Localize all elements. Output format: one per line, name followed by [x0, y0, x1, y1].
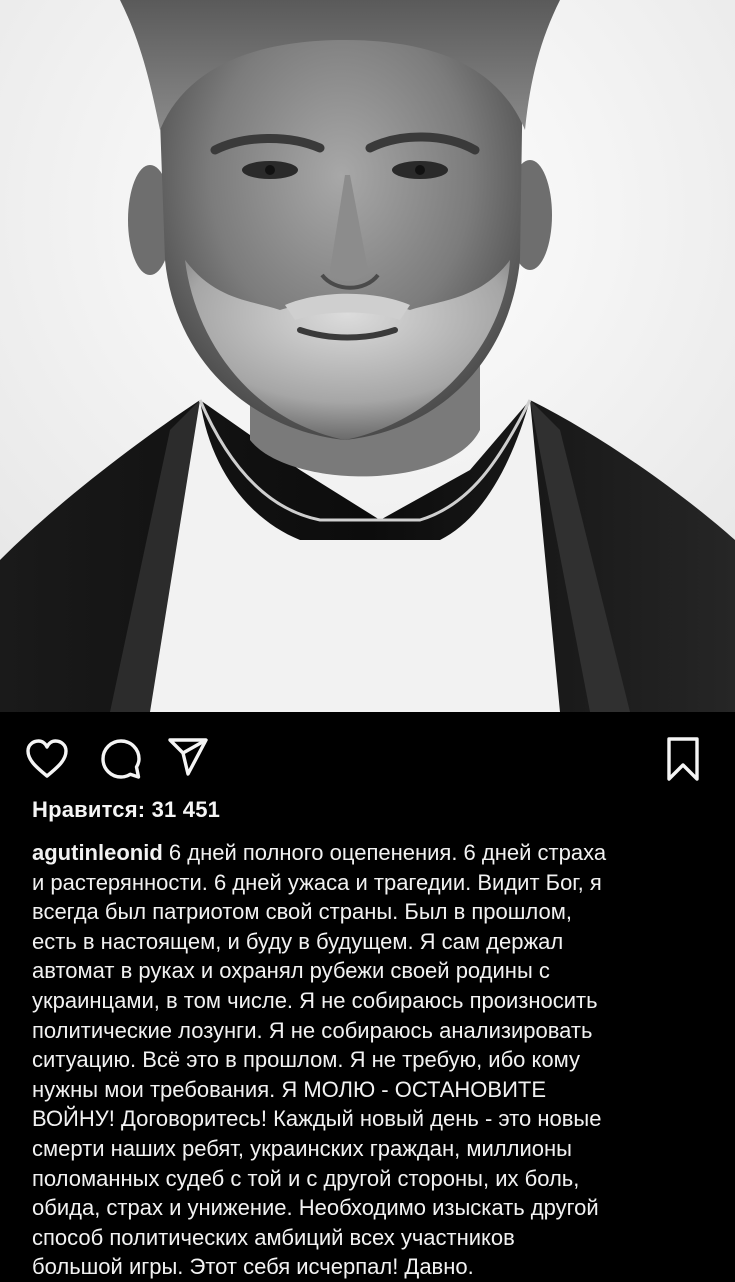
caption-line: ситуацию. Всё это в прошлом. Я не требую…: [32, 1047, 581, 1073]
post-action-bar: [0, 712, 735, 802]
caption-line: поломанных судеб с той и с другой сторон…: [32, 1165, 580, 1191]
paper-plane-icon: [168, 738, 208, 776]
like-button[interactable]: [24, 736, 70, 782]
comment-button[interactable]: [98, 736, 144, 782]
caption-line: нужны мои требования. Я МОЛЮ - ОСТАНОВИТ…: [32, 1076, 546, 1102]
comment-icon: [101, 739, 141, 779]
caption-line: автомат в руках и охранял рубежи своей р…: [32, 958, 550, 984]
username-link[interactable]: agutinleonid: [32, 840, 163, 865]
caption-line: и растерянности. 6 дней ужаса и трагедии…: [32, 869, 602, 895]
portrait-image: [0, 0, 735, 712]
caption-text: 6 дней полного оцепенения. 6 дней страха: [162, 840, 607, 865]
heart-icon: [26, 739, 68, 778]
likes-label: Нравится:: [32, 797, 146, 822]
save-button[interactable]: [664, 734, 702, 784]
caption-line: есть в настоящем, и буду в будущем. Я са…: [32, 928, 564, 954]
caption-line: украинцами, в том числе. Я не собираюсь …: [32, 987, 598, 1013]
caption-line: agutinleonid 6 дней полного оцепенения. …: [32, 838, 722, 868]
share-button[interactable]: [166, 734, 210, 780]
caption-line: большой игры. Этот себя исчерпал! Давно.: [32, 1254, 474, 1280]
post-photo[interactable]: [0, 0, 735, 712]
likes-count[interactable]: Нравится: 31 451: [32, 797, 220, 823]
caption-line: смерти наших ребят, украинских граждан, …: [32, 1135, 572, 1161]
caption-line: способ политических амбиций всех участни…: [32, 1224, 515, 1250]
post-caption: agutinleonid 6 дней полного оцепенения. …: [32, 838, 722, 1282]
caption-line: обида, страх и унижение. Необходимо изыс…: [32, 1195, 599, 1221]
bookmark-icon: [667, 737, 699, 781]
caption-line: ВОЙНУ! Договоритесь! Каждый новый день -…: [32, 1106, 602, 1132]
caption-line: политические лозунги. Я не собираюсь ана…: [32, 1017, 593, 1043]
likes-number: 31 451: [151, 797, 221, 822]
caption-line: всегда был патриотом свой страны. Был в …: [32, 899, 572, 925]
